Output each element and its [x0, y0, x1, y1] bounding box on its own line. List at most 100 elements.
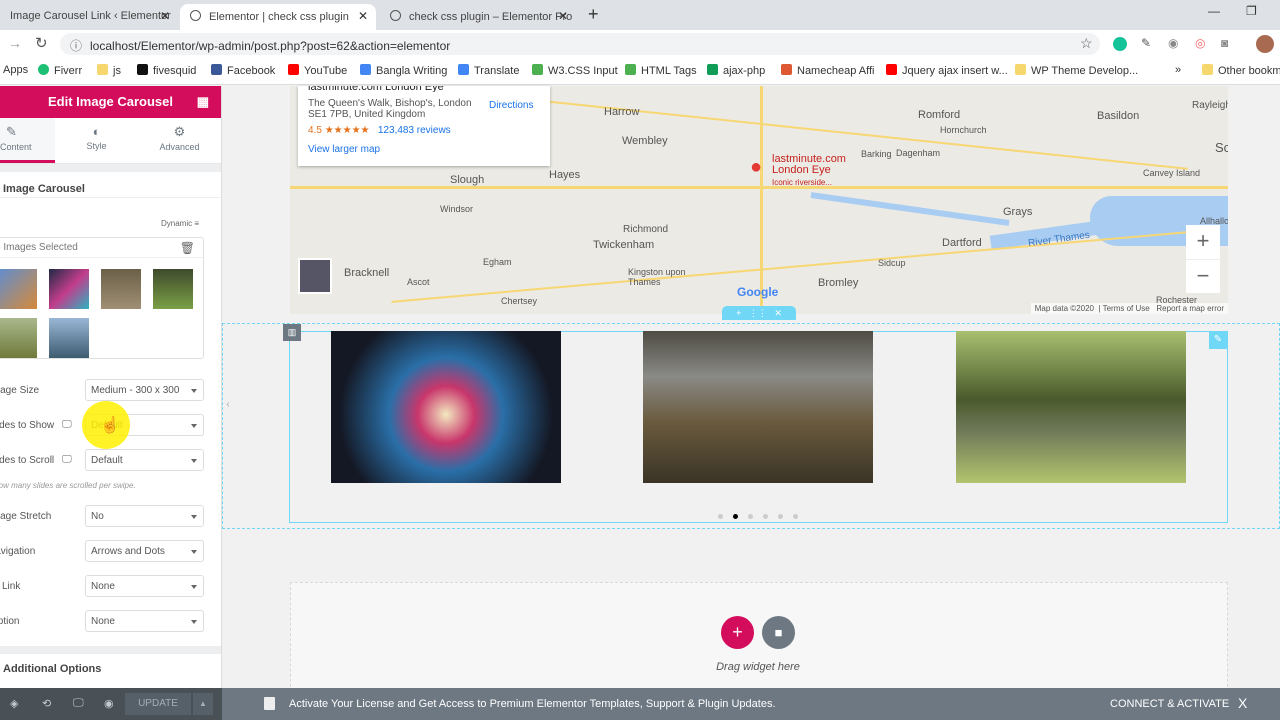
water: [810, 192, 1010, 226]
tab-check-css-plugin[interactable]: check css plugin – Elementor Pro ✕: [380, 4, 576, 30]
folder-icon: [1202, 64, 1213, 75]
new-tab-button[interactable]: +: [588, 4, 599, 25]
field-caption: CaptionNone: [0, 610, 221, 634]
gallery-thumbnail[interactable]: [101, 269, 141, 309]
add-section-icon[interactable]: +: [736, 308, 741, 318]
bookmark-js[interactable]: js: [97, 64, 121, 77]
bookmark-ajax-php[interactable]: ajax-php: [707, 64, 765, 77]
restore-button[interactable]: ❐: [1246, 4, 1257, 18]
tab-style[interactable]: ◐ Style: [55, 118, 138, 163]
view-larger-map-link[interactable]: View larger map: [308, 144, 540, 155]
close-tab-icon[interactable]: ✕: [558, 9, 568, 23]
globe-icon: [190, 10, 201, 21]
grammarly-icon[interactable]: [1113, 37, 1127, 51]
bookmark-wp-theme[interactable]: WP Theme Develop...: [1015, 64, 1138, 77]
minimize-button[interactable]: —: [1208, 4, 1220, 18]
gallery-thumbnail[interactable]: [49, 318, 89, 358]
bookmark-html-tags[interactable]: HTML Tags: [625, 64, 697, 77]
grid-menu-icon[interactable]: ▦: [197, 86, 209, 118]
bookmark-translate[interactable]: Translate: [458, 64, 519, 77]
reload-icon[interactable]: ↻: [35, 34, 48, 52]
section-handle[interactable]: + ⋮⋮ ✕: [722, 306, 796, 320]
avatar[interactable]: [1256, 35, 1274, 53]
hand-cursor-icon: ☝: [100, 417, 120, 434]
bookmark-apps[interactable]: Apps: [3, 64, 28, 76]
navigator-icon[interactable]: ◈: [10, 697, 18, 710]
gallery-thumbnail[interactable]: [49, 269, 89, 309]
carousel-slide-1[interactable]: [331, 331, 561, 483]
bookmark-fiverr[interactable]: Fiverr: [38, 64, 82, 77]
address-bar-row: → ↻ ⓘ localhost/Elementor/wp-admin/post.p…: [0, 30, 1280, 58]
satellite-toggle[interactable]: [298, 258, 332, 294]
eyedropper-icon[interactable]: ✎: [1141, 36, 1151, 50]
close-tab-icon[interactable]: ✕: [358, 9, 368, 23]
carousel-dot[interactable]: [718, 514, 723, 519]
add-section-button[interactable]: +: [721, 616, 754, 649]
bookmark-youtube[interactable]: YouTube: [288, 64, 347, 77]
save-options-button[interactable]: ▲: [193, 693, 213, 715]
image-size-select[interactable]: Medium - 300 x 300: [85, 379, 204, 401]
drag-section-icon[interactable]: ⋮⋮: [749, 308, 767, 318]
zoom-in-button[interactable]: +: [1186, 225, 1220, 259]
camera-icon[interactable]: ◙: [1221, 36, 1228, 50]
preview-icon[interactable]: ◉: [104, 697, 114, 710]
more-bookmarks-button[interactable]: »: [1175, 64, 1181, 76]
extension-icon[interactable]: ◉: [1168, 36, 1178, 50]
responsive-icon[interactable]: 🖵: [73, 697, 84, 710]
close-notice-button[interactable]: X: [1238, 695, 1247, 711]
section-image-carousel[interactable]: Image Carousel: [0, 164, 221, 198]
desktop-icon[interactable]: 🖵: [62, 419, 72, 430]
dynamic-tag-button[interactable]: Dynamic ≡: [161, 219, 199, 228]
tab-image-carousel-link[interactable]: Image Carousel Link ‹ Elementor ✕: [0, 4, 178, 30]
bookmark-jquery-ajax[interactable]: Jquery ajax insert w...: [886, 64, 1008, 77]
forward-icon[interactable]: →: [8, 35, 22, 51]
carousel-slide-2[interactable]: [643, 331, 873, 483]
navigation-select[interactable]: Arrows and Dots: [85, 540, 204, 562]
report-link[interactable]: Report a map error: [1156, 304, 1224, 313]
tab-elementor-active[interactable]: Elementor | check css plugin ✕: [180, 4, 376, 30]
terms-link[interactable]: Terms of Use: [1103, 304, 1150, 313]
edit-widget-icon[interactable]: ✎: [1209, 331, 1227, 349]
bookmark-facebook[interactable]: Facebook: [211, 64, 275, 77]
carousel-slide-3[interactable]: [956, 331, 1186, 483]
bookmark-fivesquid[interactable]: fivesquid: [137, 64, 196, 77]
star-icon[interactable]: ☆: [1080, 35, 1093, 52]
field-navigation: NavigationArrows and Dots: [0, 540, 221, 564]
map-pin-icon[interactable]: ●: [750, 156, 762, 179]
connect-activate-link[interactable]: CONNECT & ACTIVATE: [1110, 698, 1229, 710]
update-button[interactable]: UPDATE: [125, 693, 191, 715]
tab-advanced[interactable]: ⚙ Advanced: [138, 118, 221, 163]
desktop-icon[interactable]: 🖵: [62, 454, 72, 465]
other-bookmarks[interactable]: Other bookm: [1202, 64, 1280, 77]
trash-icon[interactable]: 🗑: [180, 241, 195, 255]
bookmark-bangla-writing[interactable]: Bangla Writing: [360, 64, 447, 77]
url-field[interactable]: ⓘ localhost/Elementor/wp-admin/post.php?p…: [60, 33, 1100, 55]
close-tab-icon[interactable]: ✕: [160, 9, 170, 23]
directions-link[interactable]: Directions: [489, 100, 533, 111]
caption-select[interactable]: None: [85, 610, 204, 632]
reviews-link[interactable]: 123,483 reviews: [378, 125, 451, 136]
delete-section-icon[interactable]: ✕: [774, 308, 782, 318]
gallery-thumbnail[interactable]: [0, 318, 37, 358]
section-additional-options[interactable]: Additional Options: [0, 646, 221, 688]
tab-content[interactable]: ✎ Content: [0, 118, 55, 163]
gallery-thumbnail[interactable]: [153, 269, 193, 309]
carousel-dot-active[interactable]: [733, 514, 738, 519]
carousel-dot[interactable]: [778, 514, 783, 519]
history-icon[interactable]: ⟲: [42, 697, 51, 710]
link-select[interactable]: None: [85, 575, 204, 597]
slides-to-scroll-select[interactable]: Default: [85, 449, 204, 471]
bookmark-w3css[interactable]: W3.CSS Input: [532, 64, 618, 77]
add-template-button[interactable]: ■: [762, 616, 795, 649]
carousel-dot[interactable]: [748, 514, 753, 519]
carousel-dot[interactable]: [793, 514, 798, 519]
zoom-out-button[interactable]: −: [1186, 259, 1220, 293]
column-handle-icon[interactable]: ▥: [283, 324, 301, 341]
extension-badge-icon[interactable]: ◎: [1195, 36, 1205, 50]
carousel-dot[interactable]: [763, 514, 768, 519]
bookmark-namecheap[interactable]: Namecheap Affi: [781, 64, 874, 77]
gallery-control[interactable]: 6 Images Selected 🗑: [0, 237, 204, 359]
image-stretch-select[interactable]: No: [85, 505, 204, 527]
elementor-logo-icon: [264, 697, 275, 710]
gallery-thumbnail[interactable]: [0, 269, 37, 309]
